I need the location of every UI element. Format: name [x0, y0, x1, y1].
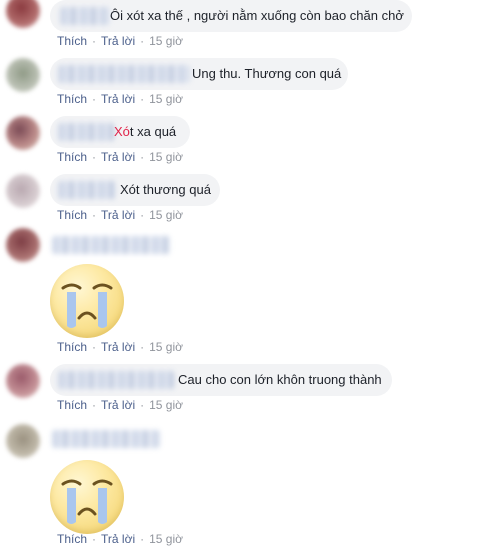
separator-dot: ·: [140, 34, 145, 48]
crying-face-sticker: [50, 460, 124, 534]
commenter-name[interactable]: [58, 181, 116, 199]
reply-link[interactable]: Trả lời: [101, 532, 135, 546]
avatar[interactable]: [6, 0, 40, 28]
commenter-name[interactable]: [58, 371, 174, 389]
separator-dot: ·: [140, 532, 145, 546]
separator-dot: ·: [140, 208, 145, 222]
separator-dot: ·: [92, 150, 97, 164]
comment-text: Ôi xót xa thế , người nằm xuống còn bao …: [110, 8, 404, 23]
reply-link[interactable]: Trả lời: [101, 398, 135, 412]
comment-bubble: Xót xa quá: [50, 116, 190, 148]
timestamp[interactable]: 15 giờ: [149, 92, 183, 106]
comment-bubble: Xót thương quá: [50, 174, 220, 206]
comment-actions: Thích · Trả lời · 15 giờ: [57, 340, 183, 354]
like-link[interactable]: Thích: [57, 532, 87, 546]
highlighted-text: Xó: [114, 124, 130, 139]
reply-link[interactable]: Trả lời: [101, 92, 135, 106]
reply-link[interactable]: Trả lời: [101, 340, 135, 354]
crying-face-sticker: [50, 264, 124, 338]
comment-text: Ung thu. Thương con quá: [192, 66, 342, 81]
commenter-name[interactable]: [58, 65, 190, 83]
separator-dot: ·: [92, 92, 97, 106]
separator-dot: ·: [92, 532, 97, 546]
avatar[interactable]: [6, 364, 40, 398]
reply-link[interactable]: Trả lời: [101, 34, 135, 48]
comment-actions: Thích · Trả lời · 15 giờ: [57, 398, 183, 412]
avatar[interactable]: [6, 228, 40, 262]
comment-text: Xót xa quá: [114, 124, 176, 139]
separator-dot: ·: [92, 208, 97, 222]
timestamp[interactable]: 15 giờ: [149, 340, 183, 354]
commenter-name[interactable]: [52, 236, 170, 254]
separator-dot: ·: [140, 340, 145, 354]
timestamp[interactable]: 15 giờ: [149, 398, 183, 412]
like-link[interactable]: Thích: [57, 208, 87, 222]
avatar[interactable]: [6, 424, 40, 458]
avatar[interactable]: [6, 116, 40, 150]
comment-text: Cau cho con lớn khôn truong thành: [178, 372, 382, 387]
timestamp[interactable]: 15 giờ: [149, 150, 183, 164]
comment-text-rest: t xa quá: [129, 124, 177, 139]
like-link[interactable]: Thích: [57, 340, 87, 354]
comment-bubble: Cau cho con lớn khôn truong thành: [50, 364, 392, 396]
commenter-name[interactable]: [58, 123, 114, 141]
comment-text: Xót thương quá: [120, 182, 211, 197]
comment-actions: Thích · Trả lời · 15 giờ: [57, 150, 183, 164]
timestamp[interactable]: 15 giờ: [149, 532, 183, 546]
comment-actions: Thích · Trả lời · 15 giờ: [57, 532, 183, 546]
avatar[interactable]: [6, 174, 40, 208]
reply-link[interactable]: Trả lời: [101, 208, 135, 222]
separator-dot: ·: [92, 340, 97, 354]
timestamp[interactable]: 15 giờ: [149, 34, 183, 48]
timestamp[interactable]: 15 giờ: [149, 208, 183, 222]
comment-bubble: Ôi xót xa thế , người nằm xuống còn bao …: [50, 0, 412, 32]
like-link[interactable]: Thích: [57, 398, 87, 412]
like-link[interactable]: Thích: [57, 34, 87, 48]
separator-dot: ·: [92, 34, 97, 48]
reply-link[interactable]: Trả lời: [101, 150, 135, 164]
separator-dot: ·: [92, 398, 97, 412]
comment-bubble: Ung thu. Thương con quá: [50, 58, 348, 90]
separator-dot: ·: [140, 92, 145, 106]
commenter-name[interactable]: [60, 7, 110, 25]
comment-actions: Thích · Trả lời · 15 giờ: [57, 34, 183, 48]
separator-dot: ·: [140, 150, 145, 164]
like-link[interactable]: Thích: [57, 150, 87, 164]
comment-actions: Thích · Trả lời · 15 giờ: [57, 208, 183, 222]
commenter-name[interactable]: [52, 430, 160, 448]
separator-dot: ·: [140, 398, 145, 412]
like-link[interactable]: Thích: [57, 92, 87, 106]
comment-actions: Thích · Trả lời · 15 giờ: [57, 92, 183, 106]
avatar[interactable]: [6, 58, 40, 92]
